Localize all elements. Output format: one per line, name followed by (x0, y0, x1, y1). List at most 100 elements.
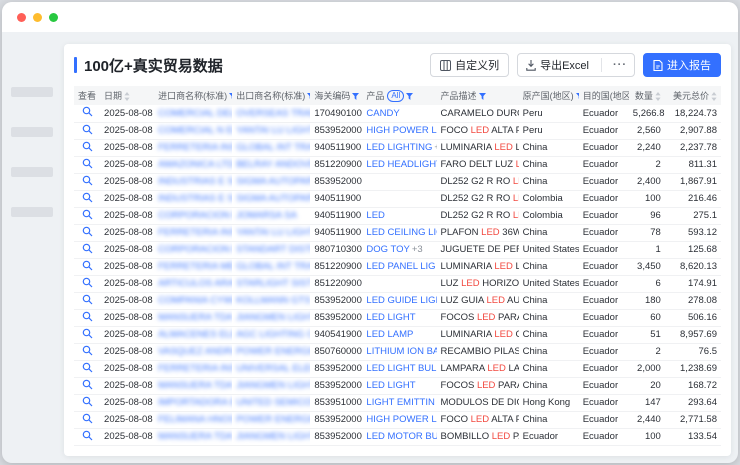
cell-qty: 100 (629, 428, 665, 445)
cell-date: 2025-08-08 (100, 326, 154, 343)
col-header-view[interactable]: 查看 (74, 86, 100, 105)
cell-total: 275.1 (665, 207, 721, 224)
view-row-button[interactable] (82, 141, 93, 152)
cell-dest: Ecuador (579, 309, 629, 326)
export-excel-button[interactable]: 导出Excel ··· (517, 53, 635, 77)
table-row: 2025-08-08FERRETERIA MEGGLOBAL INT TRAD8… (74, 258, 721, 275)
product-link[interactable]: LED LAMP (366, 329, 413, 340)
customize-columns-button[interactable]: 自定义列 (430, 53, 509, 77)
view-row-button[interactable] (82, 243, 93, 254)
view-row-button[interactable] (82, 413, 93, 424)
cell-exporter: JIANGMEN LIGHT (232, 428, 310, 445)
cell-desc: JUGUETE DE PERRO (437, 241, 519, 258)
product-filter-badge[interactable]: All (387, 90, 404, 102)
col-header-desc[interactable]: 产品描述 (437, 86, 519, 105)
close-button[interactable] (17, 13, 26, 22)
sort-icon[interactable] (711, 92, 717, 101)
cell-importer: ALMACENES ELE (154, 326, 232, 343)
cell-origin: Hong Kong (519, 394, 579, 411)
product-link[interactable]: HIGH POWER LED F (366, 414, 436, 425)
view-row-button[interactable] (82, 362, 93, 373)
filter-icon[interactable] (576, 93, 579, 100)
col-header-date[interactable]: 日期 (100, 86, 154, 105)
cell-view (74, 428, 100, 445)
cell-total: 125.68 (665, 241, 721, 258)
cell-importer: CORPORACION ES (154, 241, 232, 258)
zoom-button[interactable] (49, 13, 58, 22)
filter-icon[interactable] (352, 93, 359, 100)
filter-icon[interactable] (406, 93, 413, 100)
cell-view (74, 207, 100, 224)
cell-product: LED CEILING LIGHT (362, 224, 436, 241)
cell-qty: 2,440 (629, 411, 665, 428)
product-link[interactable]: HIGH POWER LED F (366, 125, 436, 136)
col-header-importer[interactable]: 进口商名称(标准) (154, 86, 232, 105)
cell-qty: 100 (629, 190, 665, 207)
view-row-button[interactable] (82, 277, 93, 288)
view-row-button[interactable] (82, 192, 93, 203)
cell-product: LED LIGHT (362, 377, 436, 394)
col-header-total[interactable]: 美元总价 (665, 86, 721, 105)
enter-report-button[interactable]: 进入报告 (643, 53, 721, 77)
product-link[interactable]: LITHIUM ION BATTE (366, 346, 436, 357)
product-link[interactable]: LED HEADLIGHT (366, 159, 436, 170)
sort-icon[interactable] (655, 92, 661, 101)
cell-importer: FERRETERIA INSU (154, 224, 232, 241)
view-row-button[interactable] (82, 328, 93, 339)
view-row-button[interactable] (82, 158, 93, 169)
col-header-qty[interactable]: 数量 (629, 86, 665, 105)
product-link[interactable]: DOG TOY (366, 244, 409, 255)
view-row-button[interactable] (82, 396, 93, 407)
view-row-button[interactable] (82, 106, 93, 117)
filter-icon[interactable] (479, 93, 486, 100)
view-row-button[interactable] (82, 311, 93, 322)
filter-icon[interactable] (229, 93, 232, 100)
view-row-button[interactable] (82, 226, 93, 237)
cell-desc: CARAMELO DURO P (437, 105, 519, 122)
table-row: 2025-08-08IMPORTADORA ELUNITED SEMICON85… (74, 394, 721, 411)
cell-importer: COMPANIA CYWL (154, 292, 232, 309)
table-row: 2025-08-08ARTICULOS ARAUSTARLIGHT SIST85… (74, 275, 721, 292)
col-header-origin[interactable]: 原产国(地区) (519, 86, 579, 105)
cell-dest: Ecuador (579, 139, 629, 156)
product-link[interactable]: LED LIGHT (366, 380, 415, 391)
product-link[interactable]: LIGHT EMITTIN (366, 397, 434, 408)
product-link[interactable]: LED (366, 210, 384, 221)
cell-qty: 78 (629, 224, 665, 241)
cell-origin: China (519, 343, 579, 360)
view-row-button[interactable] (82, 260, 93, 271)
product-link[interactable]: LED CEILING LIGHT (366, 227, 436, 238)
product-link[interactable]: LED LIGHTING (366, 142, 432, 153)
cell-origin: United States (519, 275, 579, 292)
col-header-hs_code[interactable]: 海关编码 (310, 86, 362, 105)
cell-view (74, 394, 100, 411)
view-row-button[interactable] (82, 124, 93, 135)
product-link[interactable]: LED GUIDE LIGHT T (366, 295, 436, 306)
product-link[interactable]: LED LIGHT (366, 312, 415, 323)
table-row: 2025-08-08FERRETERIA INSUGLOBAL INT TRAD… (74, 139, 721, 156)
col-header-dest[interactable]: 目的国(地区) (579, 86, 629, 105)
cell-desc: LAMPARA LED LAM (437, 360, 519, 377)
minimize-button[interactable] (33, 13, 42, 22)
view-row-button[interactable] (82, 345, 93, 356)
cell-exporter: SIGMA AUTOPART (232, 173, 310, 190)
product-link[interactable]: LED LIGHT BULB (366, 363, 436, 374)
view-row-button[interactable] (82, 430, 93, 441)
sort-icon[interactable] (124, 92, 130, 101)
filter-icon[interactable] (307, 93, 310, 100)
col-header-product[interactable]: 产品All (362, 86, 436, 105)
export-more-button[interactable]: ··· (606, 54, 634, 76)
product-link[interactable]: CANDY (366, 108, 399, 119)
col-header-exporter[interactable]: 出口商名称(标准) (232, 86, 310, 105)
cell-date: 2025-08-08 (100, 292, 154, 309)
product-more-count: +1 (434, 142, 436, 153)
blurred-company-name: MANSUERA TDA (158, 312, 232, 323)
view-row-button[interactable] (82, 294, 93, 305)
table-row: 2025-08-08CORPORACION ESSTANDART DISTRI9… (74, 241, 721, 258)
view-row-button[interactable] (82, 209, 93, 220)
product-link[interactable]: LED PANEL LIG (366, 261, 435, 272)
view-row-button[interactable] (82, 379, 93, 390)
cell-origin: China (519, 377, 579, 394)
product-link[interactable]: LED MOTOR BULB (366, 431, 436, 442)
view-row-button[interactable] (82, 175, 93, 186)
